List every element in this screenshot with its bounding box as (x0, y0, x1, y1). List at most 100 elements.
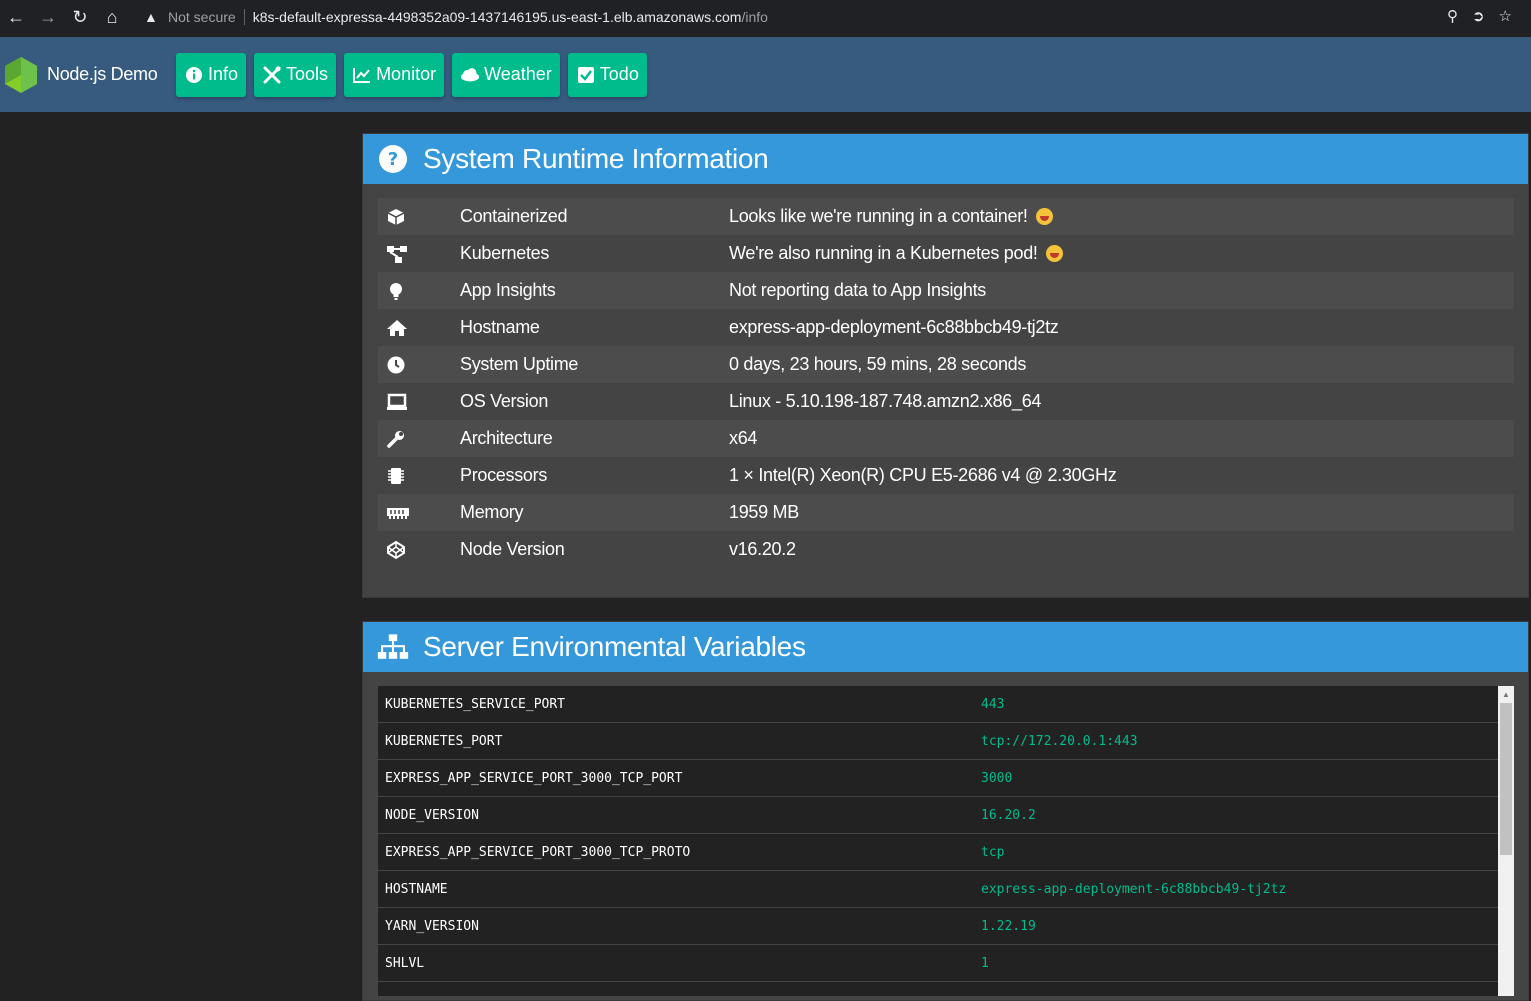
network-icon (378, 244, 460, 264)
checkbox-icon (576, 65, 596, 85)
info-row: App Insights Not reporting data to App I… (378, 272, 1514, 309)
runtime-info-card: ? System Runtime Information Containeriz… (362, 133, 1529, 598)
nav-info-label: Info (208, 64, 239, 84)
clock-icon (378, 355, 460, 375)
zoom-icon[interactable]: ⚲ (1447, 7, 1458, 25)
info-icon (184, 65, 204, 85)
table-row: HOSTNAME express-app-deployment-6c88bbcb4… (378, 871, 1514, 908)
runtime-card-header: ? System Runtime Information (363, 134, 1528, 184)
info-value: Linux - 5.10.198-187.748.amzn2.x86_64 (729, 391, 1042, 411)
app-navbar: Node.js Demo Info Tools Monitor Weather (0, 37, 1531, 112)
env-key: KUBERNETES_SERVICE_PORT (385, 696, 566, 712)
env-key: EXPRESS_APP_SERVICE_PORT_3000_TCP_PORT (385, 770, 683, 786)
address-bar[interactable]: ▲ Not secure k8s-default-expressa-449835… (134, 3, 1522, 31)
info-label: Memory (460, 502, 524, 522)
info-value: express-app-deployment-6c88bbcb49-tj2tz (729, 317, 1059, 337)
env-value: express-app-deployment-6c88bbcb49-tj2tz (981, 881, 1287, 897)
env-value: tcp (981, 844, 1005, 860)
lightbulb-icon (378, 281, 460, 301)
info-row: Memory 1959 MB (378, 494, 1514, 531)
share-icon[interactable]: ➲ (1472, 7, 1485, 25)
runtime-card-title: System Runtime Information (423, 143, 769, 174)
browser-toolbar: ← → ↻ ⌂ ▲ Not secure k8s-default-express… (0, 0, 1531, 34)
nav-tools-button[interactable]: Tools (254, 52, 337, 97)
nav-info-button[interactable]: Info (176, 52, 247, 97)
info-value: 0 days, 23 hours, 59 mins, 28 seconds (729, 354, 1027, 374)
info-value: We're also running in a Kubernetes pod! (729, 243, 1038, 263)
back-icon[interactable]: ← (0, 0, 32, 34)
info-label: Node Version (460, 539, 565, 559)
table-row: YARN_VERSION 1.22.19 (378, 908, 1514, 945)
tools-icon (262, 65, 282, 85)
brand[interactable]: Node.js Demo (4, 56, 176, 94)
env-vars-table[interactable]: KUBERNETES_SERVICE_PORT 443 KUBERNETES_PO… (378, 686, 1514, 996)
nav-todo-button[interactable]: Todo (567, 52, 647, 97)
info-value: 1959 MB (729, 502, 799, 522)
bookmark-star-icon[interactable]: ☆ (1499, 7, 1512, 25)
scrollbar-thumb[interactable] (1500, 703, 1512, 855)
home-browser-icon[interactable]: ⌂ (96, 0, 128, 34)
env-value: tcp://172.20.0.1:443 (981, 733, 1138, 749)
env-key: KUBERNETES_PORT (385, 733, 503, 749)
env-value: 16.20.2 (981, 807, 1036, 823)
cloud-icon (460, 65, 480, 85)
tongue-emoji-icon (1045, 245, 1063, 262)
info-row: Containerized Looks like we're running i… (378, 198, 1514, 235)
env-value: 1.22.19 (981, 918, 1036, 934)
info-value: Looks like we're running in a container! (729, 206, 1028, 226)
info-row: System Uptime 0 days, 23 hours, 59 mins,… (378, 346, 1514, 383)
info-label: OS Version (460, 391, 549, 411)
env-card-header: Server Environmental Variables (363, 622, 1528, 672)
laptop-icon (378, 392, 460, 412)
env-key: SHLVL (385, 955, 425, 971)
chart-line-icon (352, 65, 372, 85)
env-key: YARN_VERSION (385, 918, 479, 934)
grin-emoji-icon (1035, 208, 1053, 225)
brand-title: Node.js Demo (47, 64, 158, 84)
info-label: System Uptime (460, 354, 579, 374)
env-vars-card: Server Environmental Variables KUBERNETE… (362, 621, 1529, 1001)
microchip-icon (378, 466, 460, 486)
info-label: Processors (460, 465, 548, 485)
info-value: 1 × Intel(R) Xeon(R) CPU E5-2686 v4 @ 2.… (729, 465, 1117, 485)
warning-icon: ▲ (144, 9, 158, 25)
info-row: Processors 1 × Intel(R) Xeon(R) CPU E5-2… (378, 457, 1514, 494)
info-label: Kubernetes (460, 243, 550, 263)
env-value: 3000 (981, 770, 1013, 786)
env-value: 443 (981, 696, 1005, 712)
runtime-info-table: Containerized Looks like we're running i… (378, 198, 1514, 568)
info-label: Architecture (460, 428, 553, 448)
svg-text:?: ? (388, 149, 398, 170)
env-card-title: Server Environmental Variables (423, 631, 806, 662)
wrench-icon (378, 429, 460, 449)
info-row: Kubernetes We're also running in a Kuber… (378, 235, 1514, 272)
info-row: Architecture x64 (378, 420, 1514, 457)
table-row: EXPRESS_APP_SERVICE_PORT_3000_TCP_PROTO t… (378, 834, 1514, 871)
env-key: NODE_VERSION (385, 807, 479, 823)
nav-weather-button[interactable]: Weather (452, 52, 560, 97)
scroll-up-icon[interactable]: ▲ (1498, 686, 1514, 702)
table-row: SHLVL 1 (378, 945, 1514, 982)
nav-tools-label: Tools (286, 64, 329, 84)
info-row: Hostname express-app-deployment-6c88bbcb… (378, 309, 1514, 346)
table-row: KUBERNETES_SERVICE_PORT 443 (378, 686, 1514, 723)
forward-icon[interactable]: → (32, 0, 64, 34)
info-value: Not reporting data to App Insights (729, 280, 986, 300)
home-icon (378, 318, 460, 338)
question-circle-icon: ? (377, 143, 409, 175)
reload-icon[interactable]: ↻ (64, 0, 96, 34)
env-value: 1 (981, 955, 989, 971)
sitemap-icon (377, 631, 409, 663)
cube-icon (378, 207, 460, 227)
env-scrollbar[interactable]: ▲ (1498, 686, 1514, 996)
info-label: App Insights (460, 280, 556, 300)
nodejs-logo-icon (5, 56, 37, 93)
info-value: v16.20.2 (729, 539, 796, 559)
nav-monitor-button[interactable]: Monitor (344, 52, 445, 97)
info-row: OS Version Linux - 5.10.198-187.748.amzn… (378, 383, 1514, 420)
info-row: Node Version v16.20.2 (378, 531, 1514, 568)
table-row: EXPRESS_APP_SERVICE_PORT_3000_TCP_PORT 30… (378, 760, 1514, 797)
codepen-icon (378, 540, 460, 560)
nav-todo-label: Todo (599, 64, 639, 84)
security-label: Not secure (168, 9, 236, 25)
